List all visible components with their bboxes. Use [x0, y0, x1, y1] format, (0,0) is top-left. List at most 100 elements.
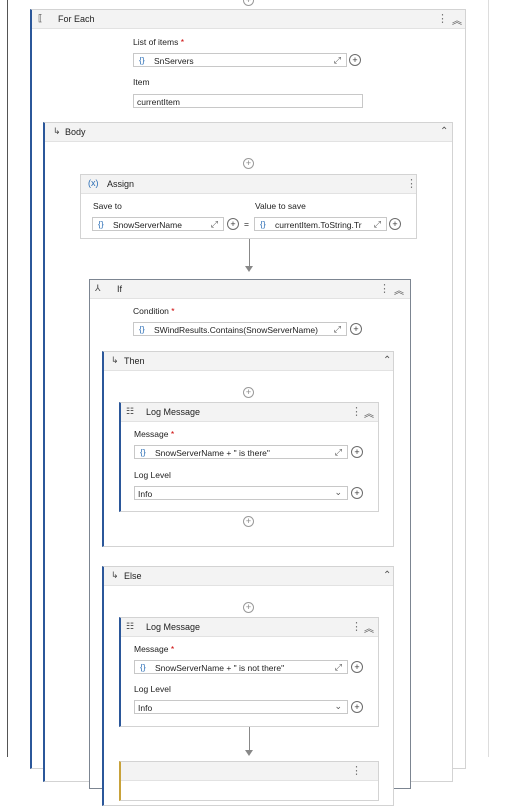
expression-icon: {}: [139, 55, 145, 65]
body-container[interactable]: ↳ Body ⌃ + (x) Assign ⋮ Save to Value to…: [43, 122, 453, 806]
assign-menu-icon[interactable]: ⋮: [406, 177, 417, 190]
message-field[interactable]: {} SnowServerName + " is there" ⤢: [134, 445, 348, 459]
condition-field[interactable]: {} SWindResults.Contains(SnowServerName)…: [133, 322, 347, 336]
add-activity-button[interactable]: +: [243, 602, 254, 613]
if-icon: ⅄: [95, 283, 101, 293]
else-log-message-activity[interactable]: ☷ Log Message ⋮ ︽ Message * {} SnowServe…: [119, 617, 379, 727]
log-level-plus-button[interactable]: +: [351, 701, 363, 713]
expand-icon[interactable]: ⤢: [374, 219, 381, 230]
log-level-value: Info: [138, 489, 153, 499]
for-each-collapse-icon[interactable]: ︽: [452, 12, 462, 27]
branch-icon: ↳: [111, 570, 119, 580]
then-container[interactable]: ↳ Then ⌃ + ☷ Log Message ⋮ ︽ Message * {…: [102, 351, 394, 547]
message-field[interactable]: {} SnowServerName + " is not there" ⤢: [134, 660, 348, 674]
add-activity-button[interactable]: +: [243, 387, 254, 398]
if-collapse-icon[interactable]: ︽: [394, 282, 404, 297]
if-header[interactable]: ⅄ If ⋮ ︽: [90, 280, 410, 299]
item-value: currentItem: [137, 97, 180, 107]
message-value: SnowServerName + " is not there": [155, 663, 285, 673]
next-activity-menu-icon[interactable]: ⋮: [351, 764, 362, 777]
item-field[interactable]: currentItem: [133, 94, 363, 108]
for-each-menu-icon[interactable]: ⋮: [437, 12, 448, 25]
connector-line: [249, 239, 250, 267]
then-log-message-activity[interactable]: ☷ Log Message ⋮ ︽ Message * {} SnowServe…: [119, 402, 379, 512]
log-message-icon: ☷: [126, 621, 135, 631]
expand-icon[interactable]: ⤢: [335, 447, 342, 458]
else-header[interactable]: ↳ Else ⌃: [104, 567, 393, 586]
log-message-title: Log Message: [146, 407, 201, 417]
designer-right-border: [488, 0, 489, 757]
branch-icon: ↳: [53, 126, 61, 136]
for-each-activity[interactable]: ⟦ For Each ⋮ ︽ List of items * {} SnServ…: [30, 9, 466, 806]
log-level-value: Info: [138, 703, 153, 713]
then-header[interactable]: ↳ Then ⌃: [104, 352, 393, 371]
value-to-save-plus-button[interactable]: +: [389, 218, 401, 230]
save-to-label: Save to: [93, 201, 122, 211]
list-of-items-value: SnServers: [154, 56, 194, 66]
message-label: Message *: [134, 644, 175, 654]
expand-icon[interactable]: ⤢: [334, 324, 341, 335]
log-message-icon: ☷: [126, 406, 135, 416]
assign-icon: (x): [88, 178, 99, 188]
add-activity-button[interactable]: +: [243, 516, 254, 527]
branch-icon: ↳: [111, 355, 119, 365]
save-to-plus-button[interactable]: +: [227, 218, 239, 230]
body-collapse-icon[interactable]: ⌃: [440, 126, 448, 137]
expand-icon[interactable]: ⤢: [334, 55, 341, 66]
connector-arrow: [245, 266, 253, 272]
expand-icon[interactable]: ⤢: [335, 662, 342, 673]
message-plus-button[interactable]: +: [351, 446, 363, 458]
save-to-value: SnowServerName: [113, 220, 182, 230]
expression-icon: {}: [139, 324, 145, 334]
value-to-save-field[interactable]: {} currentItem.ToString.Tr ⤢: [254, 217, 387, 231]
list-of-items-field[interactable]: {} SnServers ⤢: [133, 53, 347, 67]
expand-icon[interactable]: ⤢: [211, 219, 218, 230]
log-message-header[interactable]: ☷ Log Message ⋮ ︽: [121, 618, 378, 637]
save-to-field[interactable]: {} SnowServerName ⤢: [92, 217, 224, 231]
value-to-save-label: Value to save: [255, 201, 306, 211]
log-message-collapse-icon[interactable]: ︽: [364, 620, 374, 635]
value-to-save-value: currentItem.ToString.Tr: [275, 220, 362, 230]
else-collapse-icon[interactable]: ⌃: [383, 570, 391, 581]
log-level-select[interactable]: Info ⌄: [134, 486, 348, 500]
expression-icon: {}: [98, 219, 104, 229]
connector-arrow: [245, 750, 253, 756]
next-activity-header[interactable]: ⋮: [121, 762, 378, 781]
log-message-header[interactable]: ☷ Log Message ⋮ ︽: [121, 403, 378, 422]
if-menu-icon[interactable]: ⋮: [379, 282, 390, 295]
list-of-items-plus-button[interactable]: +: [349, 54, 361, 66]
log-message-menu-icon[interactable]: ⋮: [351, 620, 362, 633]
list-of-items-label: List of items *: [133, 37, 185, 47]
connector-line: [249, 727, 250, 751]
else-container[interactable]: ↳ Else ⌃ + ☷ Log Message ⋮ ︽ Message * {…: [102, 566, 394, 806]
log-level-plus-button[interactable]: +: [351, 487, 363, 499]
add-activity-top-button[interactable]: +: [243, 0, 254, 6]
log-message-menu-icon[interactable]: ⋮: [351, 405, 362, 418]
chevron-down-icon[interactable]: ⌄: [334, 701, 342, 712]
log-level-label: Log Level: [134, 470, 171, 480]
log-message-collapse-icon[interactable]: ︽: [364, 405, 374, 420]
expression-icon: {}: [140, 447, 146, 457]
then-collapse-icon[interactable]: ⌃: [383, 355, 391, 366]
assign-activity[interactable]: (x) Assign ⋮ Save to Value to save {} Sn…: [80, 174, 417, 239]
condition-plus-button[interactable]: +: [350, 323, 362, 335]
expression-icon: {}: [140, 662, 146, 672]
item-label: Item: [133, 77, 150, 87]
log-level-label: Log Level: [134, 684, 171, 694]
assign-title: Assign: [107, 179, 135, 189]
if-title: If: [117, 284, 123, 294]
next-activity[interactable]: ⋮: [119, 761, 379, 801]
add-activity-button[interactable]: +: [243, 158, 254, 169]
log-message-title: Log Message: [146, 622, 201, 632]
message-label: Message *: [134, 429, 175, 439]
log-level-select[interactable]: Info ⌄: [134, 700, 348, 714]
else-title: Else: [124, 571, 142, 581]
if-activity[interactable]: ⅄ If ⋮ ︽ Condition * {} SWindResults.Con…: [89, 279, 411, 806]
condition-value: SWindResults.Contains(SnowServerName): [154, 325, 318, 335]
message-plus-button[interactable]: +: [351, 661, 363, 673]
for-each-icon: ⟦: [38, 13, 43, 23]
body-header[interactable]: ↳ Body ⌃: [45, 123, 452, 142]
chevron-down-icon[interactable]: ⌄: [334, 487, 342, 498]
for-each-header[interactable]: ⟦ For Each ⋮ ︽: [32, 10, 465, 29]
assign-header[interactable]: (x) Assign ⋮: [81, 175, 417, 194]
